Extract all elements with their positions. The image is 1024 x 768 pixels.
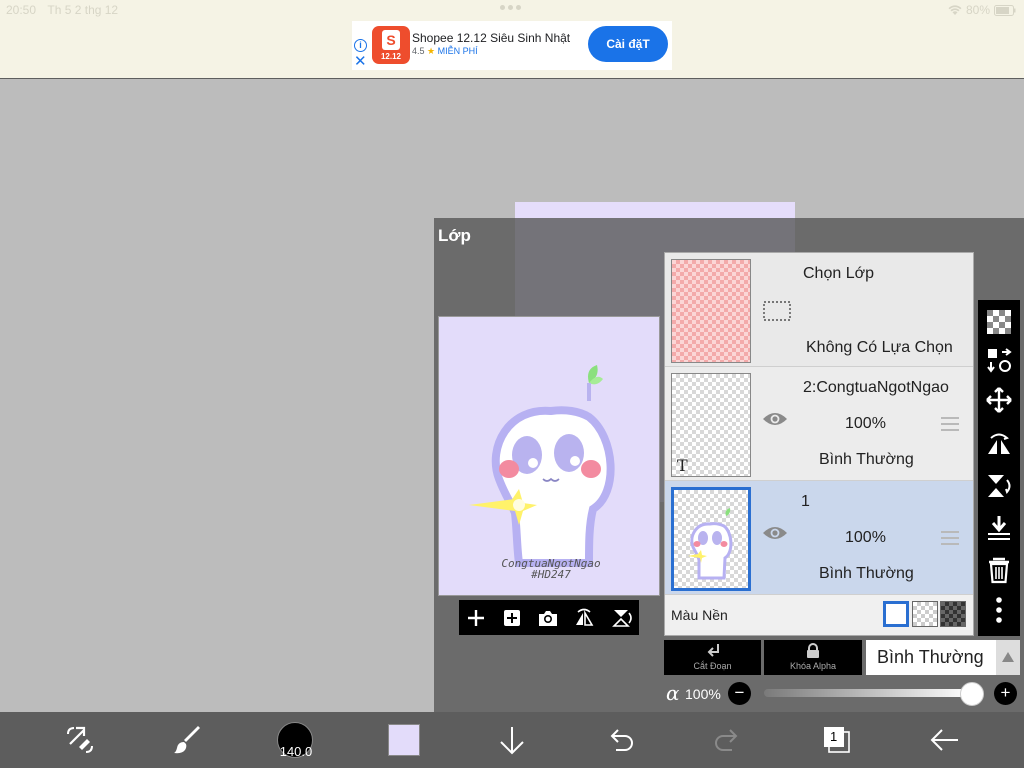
chevron-up-icon (1002, 652, 1014, 662)
lock-icon (807, 643, 819, 658)
drag-handle-icon[interactable] (941, 417, 959, 435)
color-picker-swatch[interactable] (388, 724, 420, 756)
duplicate-layer-icon[interactable] (501, 607, 523, 629)
move-icon[interactable] (985, 386, 1013, 414)
artwork-layer-thumbnail (671, 487, 751, 591)
drag-handle-icon[interactable] (941, 531, 959, 549)
artwork-layer-blend: Bình Thường (819, 565, 914, 582)
artwork-illustration: CongtuaNgotNgao #HD247 (469, 365, 615, 581)
layer-row-text[interactable]: T 2:CongtuaNgotNgao 100% Bình Thường (665, 367, 973, 481)
layers-icon (824, 727, 850, 753)
selection-thumbnail (671, 259, 751, 363)
layer-list: Chọn Lớp Không Có Lựa Chọn T 2:CongtuaNg… (664, 252, 974, 636)
layer-side-toolbar (978, 300, 1020, 636)
shopee-logo-date: 12.12 (380, 52, 402, 61)
blend-mode-arrow[interactable] (996, 640, 1020, 675)
add-layer-icon[interactable] (466, 608, 486, 628)
background-white-swatch[interactable] (883, 601, 909, 627)
opacity-value: 100% (685, 686, 721, 702)
background-dark-swatch[interactable] (940, 601, 966, 627)
alpha-lock-label: Khóa Alpha (789, 661, 837, 671)
clipping-label: Cắt Đoạn (693, 661, 732, 671)
clipping-button[interactable]: Cắt Đoạn (664, 640, 761, 675)
status-time: 20:50 (6, 3, 37, 17)
artwork-layer-name: 1 (801, 493, 810, 510)
selection-marquee-icon (763, 301, 791, 321)
text-layer-thumbnail: T (671, 373, 751, 477)
panel-title: Lớp (438, 226, 471, 245)
shopee-logo: S 12.12 (372, 26, 410, 64)
flip-horizontal-icon[interactable] (573, 607, 595, 629)
opacity-slider-handle[interactable] (960, 682, 984, 706)
brush-size-indicator[interactable]: 140.0 (277, 722, 313, 759)
flip-vertical-icon[interactable] (985, 472, 1013, 500)
checkerboard-icon[interactable] (985, 308, 1013, 336)
more-options-icon[interactable] (985, 596, 1013, 624)
background-transparent-swatch[interactable] (912, 601, 938, 627)
alpha-lock-button[interactable]: Khóa Alpha (764, 640, 862, 675)
artwork-thumbnail-illustration (688, 508, 733, 580)
layer-panel: Lớp CongtuaNgotNgao #HD247 Chọn Lớp Khôn… (434, 218, 1024, 712)
visibility-eye-icon[interactable] (762, 410, 788, 428)
status-time-date: 20:50 Th 5 2 thg 12 (6, 3, 118, 17)
selection-layer-name: Chọn Lớp (803, 265, 874, 282)
layer-row-selection[interactable]: Chọn Lớp Không Có Lựa Chọn (665, 253, 973, 367)
ad-price: MIỄN PHÍ (437, 46, 478, 56)
ad-banner[interactable]: i ✕ S 12.12 Shopee 12.12 Siêu Sinh Nhật … (352, 21, 672, 70)
selection-status: Không Có Lựa Chọn (806, 339, 953, 356)
ad-close-icon[interactable]: ✕ (354, 52, 367, 70)
ad-install-button[interactable]: Cài đặT (588, 26, 668, 62)
text-layer-blend: Bình Thường (819, 451, 914, 468)
background-color-row: Màu Nền (665, 595, 973, 635)
battery-percent: 80% (965, 3, 990, 17)
layer-action-toolbar (459, 600, 639, 635)
battery-icon (994, 4, 1016, 16)
alpha-symbol: α (666, 681, 680, 705)
shopee-bag-icon: S (382, 30, 400, 50)
flip-vertical-icon[interactable] (610, 607, 632, 629)
multitask-dots[interactable] (500, 5, 521, 10)
ad-title: Shopee 12.12 Siêu Sinh Nhật (412, 31, 571, 45)
trash-icon[interactable] (985, 556, 1013, 584)
ad-subtitle: 4.5 ★ MIỄN PHÍ (412, 46, 478, 57)
status-and-ad-bar: 20:50 Th 5 2 thg 12 80% i ✕ S 12.12 Shop… (0, 0, 1024, 79)
opacity-row: α 100% − + (664, 680, 1024, 710)
text-layer-name: 2:CongtuaNgotNgao (803, 379, 949, 396)
layer-row-artwork[interactable]: 1 100% Bình Thường (665, 481, 973, 595)
ad-rating: 4.5 (412, 46, 425, 56)
artwork-layer-opacity: 100% (845, 529, 886, 546)
merge-down-icon[interactable] (985, 514, 1013, 542)
blend-mode-select[interactable]: Bình Thường (866, 640, 996, 675)
back-arrow-icon[interactable] (928, 724, 960, 756)
visibility-eye-icon[interactable] (762, 524, 788, 542)
transform-layer-icon[interactable] (985, 346, 1013, 374)
brush-size-value: 140.0 (279, 744, 313, 759)
preview-caption-2: #HD247 (530, 568, 571, 581)
layers-button[interactable]: 1 (823, 726, 850, 754)
undo-icon[interactable] (604, 724, 636, 756)
flip-horizontal-icon[interactable] (985, 430, 1013, 458)
status-date: Th 5 2 thg 12 (47, 3, 119, 17)
ad-info-icon[interactable]: i (354, 39, 367, 52)
background-label: Màu Nền (671, 607, 728, 623)
status-right: 80% (948, 3, 1016, 17)
text-layer-opacity: 100% (845, 415, 886, 432)
star-icon: ★ (427, 46, 436, 56)
bottom-toolbar: 140.0 1 (0, 712, 1024, 768)
camera-icon[interactable] (537, 608, 559, 628)
transform-tool-icon[interactable] (64, 724, 96, 756)
opacity-decrease-button[interactable]: − (728, 682, 751, 705)
clipping-icon (707, 644, 719, 657)
arrow-down-icon[interactable] (497, 724, 527, 756)
opacity-increase-button[interactable]: + (994, 682, 1017, 705)
opacity-slider[interactable] (764, 689, 970, 697)
brush-tool-icon[interactable] (172, 724, 204, 756)
redo-icon[interactable] (712, 724, 744, 756)
wifi-icon (948, 4, 962, 15)
canvas-preview[interactable]: CongtuaNgotNgao #HD247 (438, 316, 660, 596)
layer-count-value: 1 (830, 729, 838, 744)
text-layer-type-icon: T (677, 456, 688, 475)
